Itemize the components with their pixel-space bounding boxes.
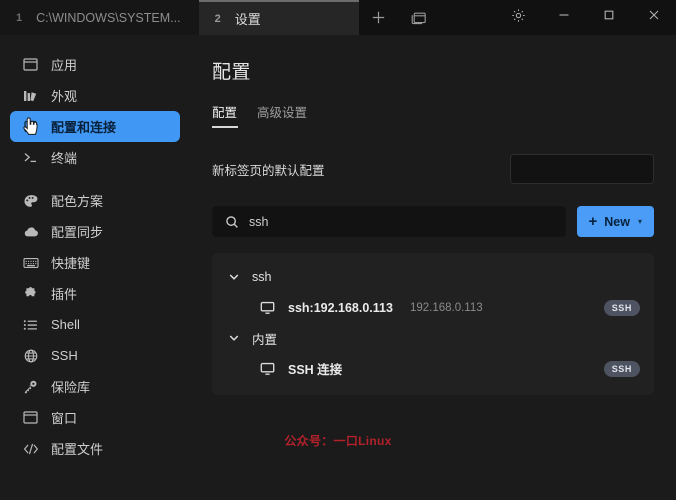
default-profile-label: 新标签页的默认配置 [212,163,325,178]
plus-icon [371,10,386,25]
sidebar-item-label: 配置和连接 [51,120,117,135]
globe-icon [22,347,39,364]
palette-icon [22,192,39,209]
chevron-down-icon [228,271,240,283]
appearance-icon [22,87,39,104]
sidebar-item-label: 终端 [51,151,78,166]
new-profile-button[interactable]: + New ▾ [576,206,654,237]
subtab-profiles[interactable]: 配置 [212,102,239,128]
default-profile-row: 新标签页的默认配置 [212,154,654,184]
minimize-button[interactable] [541,0,586,35]
sidebar-item-hotkeys[interactable]: 快捷键 [10,247,180,278]
close-icon [647,8,661,27]
tab-number: 1 [16,11,23,24]
subtab-label: 配置 [212,106,238,120]
maximize-button[interactable] [586,0,631,35]
list-item[interactable]: SSH 连接 SSH [212,352,654,385]
key-vault-icon [22,378,39,395]
profile-group-header[interactable]: ssh [212,263,654,291]
search-row: ssh + New ▾ [212,206,654,237]
sidebar-item-label: SSH [51,348,78,363]
titlebar-spacer [439,0,496,35]
subtab-advanced[interactable]: 高级设置 [257,102,307,128]
subtab-label: 高级设置 [257,106,308,120]
status-badge: SSH [603,360,640,377]
sidebar-item-label: 配置同步 [51,225,104,240]
sidebar-item-label: 窗口 [51,411,78,426]
monitor-icon [260,362,276,376]
sidebar-item-label: 外观 [51,89,78,104]
split-pane-icon [411,11,427,25]
app-window: 1 C:\WINDOWS\SYSTEM... 2 设置 应用 外观 配置和连接 … [0,0,676,500]
sidebar-divider [0,173,190,185]
tab-number: 2 [214,12,221,25]
search-icon [225,215,239,229]
sidebar-item-shell[interactable]: Shell [10,309,180,340]
tab-terminal-1[interactable]: 1 C:\WINDOWS\SYSTEM... [0,0,199,35]
new-tab-button[interactable] [359,0,399,35]
profile-group-header[interactable]: 内置 [212,324,654,352]
list-shell-icon [22,316,39,333]
window-icon [22,409,39,426]
sidebar-item-label: 快捷键 [51,256,91,271]
watermark-text: 公众号：一口Linux [284,434,392,448]
main-content: 配置 配置 高级设置 新标签页的默认配置 ssh + New ▾ ssh ssh… [190,35,676,500]
profile-host: 192.168.0.113 [409,301,483,314]
sidebar-item-plugins[interactable]: 插件 [10,278,180,309]
sidebar-item-label: 配色方案 [51,194,104,209]
sidebar-item-label: 应用 [51,58,78,73]
sidebar: 应用 外观 配置和连接 终端 配色方案 配置同步 快捷键 插件 Shell SS… [0,35,190,500]
app-window-icon [22,56,39,73]
plus-icon: + [588,213,598,230]
profile-name: SSH 连接 [288,363,343,377]
profile-list: ssh ssh:192.168.0.113 192.168.0.113 SSH [212,253,654,395]
status-badge: SSH [603,299,640,316]
sidebar-item-config-sync[interactable]: 配置同步 [10,216,180,247]
profiles-icon [22,118,39,135]
chevron-down-icon: ▾ [637,217,642,226]
sidebar-item-label: 保险库 [51,380,91,395]
profile-group-name: 内置 [252,332,278,347]
chevron-down-icon [228,332,240,344]
terminal-icon [22,149,39,166]
gear-icon [511,8,526,28]
tab-settings[interactable]: 2 设置 [198,0,359,35]
minimize-icon [557,8,571,27]
tab-label: C:\WINDOWS\SYSTEM... [36,10,181,25]
sidebar-item-vault[interactable]: 保险库 [10,371,180,402]
sidebar-item-terminal[interactable]: 终端 [10,142,180,173]
sidebar-item-ssh[interactable]: SSH [10,340,180,371]
tab-label: 设置 [234,12,261,27]
close-button[interactable] [631,0,676,35]
settings-subtabs: 配置 高级设置 [212,102,654,128]
profile-group-name: ssh [252,270,272,284]
puzzle-plugin-icon [22,285,39,302]
sidebar-item-label: Shell [51,317,80,332]
title-bar: 1 C:\WINDOWS\SYSTEM... 2 设置 [0,0,676,35]
default-profile-select[interactable] [510,154,654,184]
list-item[interactable]: ssh:192.168.0.113 192.168.0.113 SSH [212,291,654,324]
search-value: ssh [249,214,269,229]
monitor-icon [260,301,276,315]
sidebar-item-app[interactable]: 应用 [10,49,180,80]
sidebar-item-profiles[interactable]: 配置和连接 [10,111,180,142]
sidebar-item-appearance[interactable]: 外观 [10,80,180,111]
sidebar-item-color-schemes[interactable]: 配色方案 [10,185,180,216]
maximize-icon [602,8,616,27]
sidebar-item-window[interactable]: 窗口 [10,402,180,433]
profile-name: ssh:192.168.0.113 [288,300,393,315]
page-title: 配置 [212,62,252,83]
cloud-sync-icon [22,223,39,240]
settings-button[interactable] [496,0,541,35]
new-button-label: New [604,214,630,229]
sidebar-item-label: 插件 [51,287,78,302]
search-input[interactable]: ssh [212,206,566,237]
keyboard-icon [22,254,39,271]
split-pane-button[interactable] [399,0,439,35]
